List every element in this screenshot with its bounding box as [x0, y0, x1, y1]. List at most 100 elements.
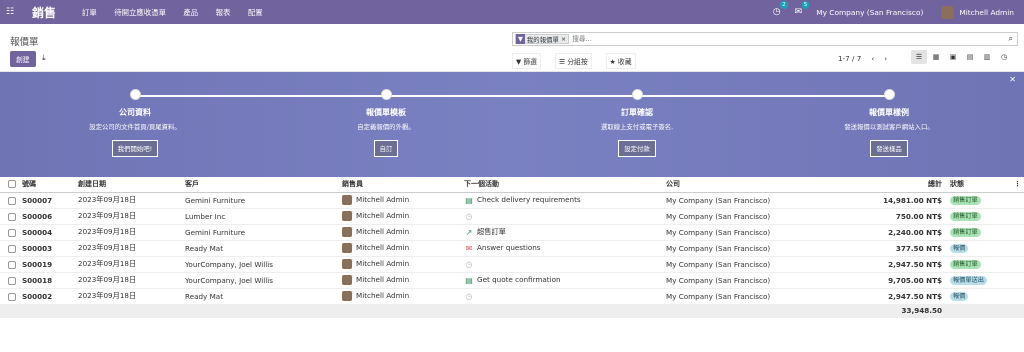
- column-header-company[interactable]: 公司: [666, 177, 842, 193]
- step-title: 訂單確認: [621, 108, 653, 117]
- quotations-table: 號碼 創建日期 客戶 銷售員 下一個活動 公司 總計 狀態 ⋮ S00007 20…: [0, 177, 1024, 318]
- list-view-icon[interactable]: ☰: [911, 50, 927, 64]
- column-header-salesperson[interactable]: 銷售員: [342, 177, 464, 193]
- row-checkbox[interactable]: [8, 260, 16, 269]
- cell-company: My Company (San Francisco): [666, 192, 842, 209]
- cell-status: 報價單送出: [942, 272, 1014, 289]
- favorites-label: 收藏: [617, 58, 632, 66]
- close-icon[interactable]: ✕: [1009, 75, 1016, 84]
- column-header-number[interactable]: 號碼: [22, 177, 78, 193]
- search-input[interactable]: [572, 35, 1017, 43]
- pivot-view-icon[interactable]: ▤: [962, 50, 978, 64]
- chart-line-icon[interactable]: ↗: [464, 228, 474, 237]
- column-header-status[interactable]: 狀態: [942, 177, 1014, 193]
- step-title: 公司資料: [119, 108, 151, 117]
- avatar: [342, 259, 352, 269]
- step-button[interactable]: 設定付款: [618, 140, 656, 157]
- view-switcher: ☰ ▦ ▣ ▤ ▥ ◷: [910, 50, 1012, 64]
- step-title: 報價單樣例: [869, 108, 909, 117]
- company-switcher[interactable]: My Company (San Francisco): [816, 8, 923, 17]
- menu-item-orders[interactable]: 訂單: [82, 8, 97, 17]
- table-row[interactable]: S00002 2023年09月18日 Ready Mat Mitchell Admin…: [0, 288, 1024, 305]
- favorites-button[interactable]: ★ 收藏: [605, 53, 636, 69]
- select-all-checkbox[interactable]: [8, 180, 16, 189]
- spreadsheet-icon[interactable]: ▤: [464, 196, 474, 205]
- table-row[interactable]: S00006 2023年09月18日 Lumber Inc Mitchell Admi…: [0, 208, 1024, 225]
- cell-salesperson: Mitchell Admin: [342, 288, 464, 305]
- row-checkbox[interactable]: [8, 244, 16, 253]
- row-checkbox[interactable]: [8, 292, 16, 301]
- optional-columns-icon[interactable]: ⋮: [1014, 177, 1024, 193]
- cell-total: 2,947.50 NT$: [842, 256, 942, 273]
- column-header-total[interactable]: 總計: [842, 177, 942, 193]
- search-icon[interactable]: ⌕: [1009, 34, 1013, 44]
- messaging-indicator[interactable]: ✉ 5: [795, 1, 810, 17]
- cell-company: My Company (San Francisco): [666, 288, 842, 305]
- menu-item-products[interactable]: 產品: [183, 8, 198, 17]
- row-checkbox-cell: [0, 272, 22, 289]
- row-checkbox[interactable]: [8, 212, 16, 221]
- status-badge: 銷售訂單: [950, 196, 981, 205]
- activity-indicator[interactable]: ◷ 2: [772, 1, 788, 17]
- clock-icon[interactable]: ◷: [464, 260, 474, 269]
- user-menu[interactable]: Mitchell Admin: [959, 8, 1014, 17]
- clock-icon: ◷: [772, 7, 781, 17]
- filter-icon: ▼: [516, 34, 525, 44]
- app-name[interactable]: 銷售: [32, 4, 56, 21]
- cell-company: My Company (San Francisco): [666, 208, 842, 225]
- status-badge: 銷售訂單: [950, 260, 981, 269]
- create-button[interactable]: 創建: [10, 51, 36, 67]
- cell-salesperson: Mitchell Admin: [342, 208, 464, 225]
- message-count-badge: 5: [801, 1, 810, 9]
- user-avatar[interactable]: [941, 5, 955, 19]
- cell-total: 14,981.00 NT$: [842, 192, 942, 209]
- step-description: 選取線上支付或電子簽名.: [600, 123, 674, 131]
- pager-value[interactable]: 1-7 / 7: [838, 54, 861, 63]
- group-by-button[interactable]: ☰ 分組按: [554, 53, 592, 69]
- pager-next-icon[interactable]: ›: [884, 54, 887, 63]
- table-row[interactable]: S00004 2023年09月18日 Gemini Furniture Mitchel…: [0, 224, 1024, 241]
- cell-number: S00003: [22, 240, 78, 257]
- row-checkbox[interactable]: [8, 228, 16, 237]
- activity-summary: Get quote confirmation: [477, 275, 561, 285]
- column-header-activity[interactable]: 下一個活動: [464, 177, 666, 193]
- table-row[interactable]: S00018 2023年09月18日 YourCompany, Joel Willi…: [0, 272, 1024, 289]
- app-menu-icon[interactable]: ☷: [6, 7, 18, 17]
- table-row[interactable]: S00019 2023年09月18日 YourCompany, Joel Willi…: [0, 256, 1024, 273]
- search-bar: ▼ 我的報價單 × ⌕: [512, 32, 1018, 46]
- pager-previous-icon[interactable]: ‹: [871, 54, 874, 63]
- cell-status: 銷售訂單: [942, 224, 1014, 241]
- clock-icon[interactable]: ◷: [464, 292, 474, 301]
- filter-button[interactable]: ▼ 篩選: [512, 53, 541, 69]
- graph-view-icon[interactable]: ▥: [979, 50, 995, 64]
- step-button[interactable]: 發送樣品: [870, 140, 908, 157]
- menu-item-to-invoice[interactable]: 待開立應收憑單: [114, 8, 166, 17]
- column-header-date[interactable]: 創建日期: [78, 177, 185, 193]
- avatar: [342, 195, 352, 205]
- envelope-icon[interactable]: ✉: [464, 244, 474, 253]
- activity-count-badge: 2: [780, 1, 788, 9]
- step-button[interactable]: 我們開始吧!: [111, 140, 159, 157]
- activity-view-icon[interactable]: ◷: [996, 50, 1012, 64]
- avatar: [342, 275, 352, 285]
- row-checkbox[interactable]: [8, 276, 16, 285]
- cell-date: 2023年09月18日: [78, 256, 185, 273]
- calendar-view-icon[interactable]: ▣: [945, 50, 961, 64]
- salesperson-name: Mitchell Admin: [356, 227, 410, 236]
- clock-icon[interactable]: ◷: [464, 212, 474, 221]
- column-header-customer[interactable]: 客戶: [185, 177, 342, 193]
- kanban-view-icon[interactable]: ▦: [928, 50, 944, 64]
- step-button[interactable]: 自訂: [373, 140, 399, 157]
- facet-remove-icon[interactable]: ×: [561, 35, 568, 43]
- spreadsheet-icon[interactable]: ▤: [464, 276, 474, 285]
- table-row[interactable]: S00007 2023年09月18日 Gemini Furniture Mitchel…: [0, 192, 1024, 209]
- row-checkbox[interactable]: [8, 196, 16, 205]
- table-row[interactable]: S00003 2023年09月18日 Ready Mat Mitchell Admin…: [0, 240, 1024, 257]
- avatar: [342, 227, 352, 237]
- download-icon[interactable]: ⤓: [42, 53, 46, 63]
- cell-status: 銷售訂單: [942, 256, 1014, 273]
- cell-activity: ◷: [464, 288, 666, 305]
- menu-item-reporting[interactable]: 報表: [216, 8, 231, 17]
- cell-activity: ▤ Get quote confirmation: [464, 272, 666, 289]
- menu-item-configuration[interactable]: 配置: [248, 8, 263, 17]
